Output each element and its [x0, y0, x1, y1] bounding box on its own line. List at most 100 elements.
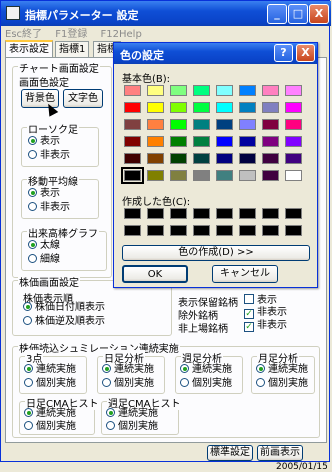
basic-color-swatch[interactable]: [193, 153, 210, 164]
basic-color-swatch[interactable]: [262, 119, 279, 130]
basic-color-swatch[interactable]: [262, 102, 279, 113]
sim-daily-cma-continuous-radio[interactable]: 連続実施: [24, 408, 76, 420]
maximize-button[interactable]: □: [288, 4, 308, 24]
candle-hide-radio[interactable]: 非表示: [28, 150, 70, 162]
basic-color-swatch[interactable]: [193, 136, 210, 147]
help-button[interactable]: ?: [274, 44, 293, 62]
basic-color-swatch[interactable]: [170, 153, 187, 164]
basic-color-swatch[interactable]: [262, 170, 279, 181]
custom-color-swatch[interactable]: [147, 208, 164, 219]
menu-f1[interactable]: F1登録: [55, 29, 87, 40]
sim-weekly-individual-radio[interactable]: 個別実施: [180, 378, 232, 390]
custom-color-swatch[interactable]: [124, 225, 141, 236]
basic-color-swatch[interactable]: [124, 153, 141, 164]
basic-color-swatch[interactable]: [285, 153, 302, 164]
previous-screen-button[interactable]: 前画表示: [257, 445, 303, 461]
basic-color-swatch[interactable]: [170, 136, 187, 147]
order-by-date-radio[interactable]: 株価日付順表示: [23, 302, 105, 314]
basic-color-swatch[interactable]: [262, 153, 279, 164]
color-dialog-title-bar[interactable]: 色の設定 ? X: [114, 43, 317, 64]
ok-button[interactable]: OK: [122, 265, 188, 283]
custom-color-swatch[interactable]: [239, 225, 256, 236]
basic-color-swatch[interactable]: [193, 85, 210, 96]
basic-color-swatch[interactable]: [216, 170, 233, 181]
ma-show-radio[interactable]: 表示: [28, 188, 60, 200]
basic-color-swatch[interactable]: [170, 102, 187, 113]
custom-color-swatch[interactable]: [193, 208, 210, 219]
sim-monthly-individual-radio[interactable]: 個別実施: [256, 378, 308, 390]
unlisted-stocks-checkbox[interactable]: ✓ 非表示: [244, 320, 287, 332]
custom-color-swatch[interactable]: [147, 225, 164, 236]
custom-color-swatch[interactable]: [193, 225, 210, 236]
basic-color-swatch[interactable]: [147, 153, 164, 164]
basic-color-swatch[interactable]: [285, 136, 302, 147]
sim-monthly-continuous-radio[interactable]: 連続実施: [256, 364, 308, 376]
basic-color-swatch[interactable]: [216, 153, 233, 164]
basic-color-swatch[interactable]: [239, 170, 256, 181]
basic-color-swatch[interactable]: [147, 170, 164, 181]
basic-color-swatch[interactable]: [147, 85, 164, 96]
tab-display-settings[interactable]: 表示設定: [5, 40, 53, 57]
basic-color-swatch[interactable]: [285, 85, 302, 96]
custom-color-swatch[interactable]: [124, 208, 141, 219]
basic-color-swatch[interactable]: [124, 85, 141, 96]
basic-color-swatch[interactable]: [124, 119, 141, 130]
excluded-stocks-checkbox[interactable]: ✓ 非表示: [244, 307, 287, 319]
basic-color-swatch[interactable]: [121, 167, 144, 184]
sim-3pt-continuous-radio[interactable]: 連続実施: [24, 364, 76, 376]
basic-color-swatch[interactable]: [239, 153, 256, 164]
sim-weekly-continuous-radio[interactable]: 連続実施: [180, 364, 232, 376]
basic-color-swatch[interactable]: [193, 170, 210, 181]
basic-color-swatch[interactable]: [124, 136, 141, 147]
sim-3pt-individual-radio[interactable]: 個別実施: [24, 378, 76, 390]
basic-color-swatch[interactable]: [147, 119, 164, 130]
basic-color-swatch[interactable]: [285, 102, 302, 113]
basic-color-swatch[interactable]: [262, 85, 279, 96]
custom-color-swatch[interactable]: [285, 225, 302, 236]
custom-color-swatch[interactable]: [262, 208, 279, 219]
minimize-button[interactable]: _: [267, 4, 287, 24]
menu-esc[interactable]: Esc終了: [5, 29, 42, 40]
pending-stocks-checkbox[interactable]: 表示: [244, 294, 277, 306]
basic-color-swatch[interactable]: [124, 102, 141, 113]
custom-color-swatch[interactable]: [285, 208, 302, 219]
volume-thick-radio[interactable]: 太線: [28, 240, 60, 252]
volume-thin-radio[interactable]: 細線: [28, 254, 60, 266]
basic-color-swatch[interactable]: [239, 85, 256, 96]
custom-color-swatch[interactable]: [216, 225, 233, 236]
ma-hide-radio[interactable]: 非表示: [28, 202, 70, 214]
custom-color-swatch[interactable]: [170, 208, 187, 219]
basic-color-swatch[interactable]: [147, 136, 164, 147]
sim-daily-individual-radio[interactable]: 個別実施: [102, 378, 154, 390]
basic-color-swatch[interactable]: [285, 170, 302, 181]
sim-weekly-cma-individual-radio[interactable]: 個別実施: [106, 421, 158, 433]
basic-color-swatch[interactable]: [239, 136, 256, 147]
basic-color-swatch[interactable]: [193, 102, 210, 113]
basic-color-swatch[interactable]: [216, 119, 233, 130]
basic-color-swatch[interactable]: [262, 136, 279, 147]
custom-color-swatch[interactable]: [262, 225, 279, 236]
define-custom-colors-button[interactable]: 色の作成(D) >>: [122, 245, 310, 261]
custom-color-swatch[interactable]: [170, 225, 187, 236]
candle-show-radio[interactable]: 表示: [28, 136, 60, 148]
sim-weekly-cma-continuous-radio[interactable]: 連続実施: [106, 408, 158, 420]
text-color-button[interactable]: 文字色: [63, 89, 103, 108]
color-dialog-close-button[interactable]: X: [296, 44, 315, 62]
basic-color-swatch[interactable]: [216, 85, 233, 96]
sim-daily-cma-individual-radio[interactable]: 個別実施: [24, 421, 76, 433]
custom-color-swatch[interactable]: [216, 208, 233, 219]
close-button[interactable]: X: [309, 4, 329, 24]
standard-settings-button[interactable]: 標準設定: [207, 445, 253, 461]
custom-color-swatch[interactable]: [239, 208, 256, 219]
order-reverse-radio[interactable]: 株価逆及順表示: [23, 316, 105, 328]
basic-color-swatch[interactable]: [147, 102, 164, 113]
basic-color-swatch[interactable]: [170, 170, 187, 181]
basic-color-swatch[interactable]: [193, 119, 210, 130]
basic-color-swatch[interactable]: [285, 119, 302, 130]
cancel-button[interactable]: キャンセル: [212, 265, 278, 283]
basic-color-swatch[interactable]: [216, 102, 233, 113]
tab-indicator-1[interactable]: 指標1: [55, 41, 90, 57]
sim-daily-continuous-radio[interactable]: 連続実施: [102, 364, 154, 376]
basic-color-swatch[interactable]: [239, 119, 256, 130]
basic-color-swatch[interactable]: [170, 85, 187, 96]
